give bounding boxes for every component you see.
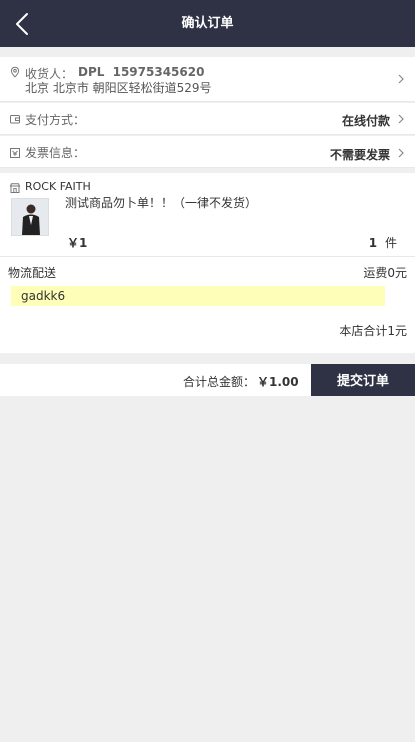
- invoice-label: 发票信息：: [25, 146, 86, 160]
- divider: [0, 256, 415, 257]
- quantity-number: 1: [368, 236, 378, 250]
- total-amount-value: ￥1.00: [257, 375, 299, 389]
- invoice-icon: [10, 148, 20, 158]
- product-name[interactable]: 测试商品勿卜单！！（一律不发货）: [65, 194, 257, 211]
- payment-method-row[interactable]: 支付方式： 在线付款: [0, 103, 415, 135]
- invoice-row[interactable]: 发票信息： 不需要发票: [0, 136, 415, 168]
- address-line: 北京 北京市 朝阳区轻松街道529号: [25, 81, 212, 95]
- quantity-unit: 件: [384, 236, 397, 250]
- chevron-right-icon: [398, 148, 404, 158]
- wallet-icon: [10, 115, 20, 124]
- recipient-info: DPL 15975345620: [78, 65, 204, 79]
- shipping-fee: 运费0元: [363, 266, 407, 280]
- product-photo-icon: [12, 199, 48, 235]
- invoice-value: 不需要发票: [329, 148, 390, 162]
- payment-value: 在线付款: [341, 114, 390, 128]
- shop-name: ROCK FAITH: [25, 180, 91, 193]
- product-thumbnail[interactable]: [11, 198, 49, 236]
- product-price: ￥1: [67, 236, 88, 250]
- submit-order-button[interactable]: 提交订单: [311, 364, 415, 396]
- address-row[interactable]: 收货人： DPL 15975345620 北京 北京市 朝阳区轻松街道529号: [0, 57, 415, 102]
- chevron-right-icon: [398, 74, 404, 84]
- store-subtotal: 本店合计1元: [339, 324, 407, 338]
- order-note-field[interactable]: gadkk6: [11, 286, 385, 306]
- shipping-label: 物流配送: [8, 266, 57, 280]
- total-amount-label: 合计总金额：: [183, 375, 256, 389]
- location-pin-icon: [10, 66, 20, 78]
- chevron-right-icon: [398, 114, 404, 124]
- product-quantity: 1 件: [369, 234, 397, 251]
- recipient-name: DPL: [78, 65, 105, 79]
- recipient-phone: 15975345620: [112, 65, 205, 79]
- app-header: 确认订单: [0, 0, 415, 47]
- page-title: 确认订单: [181, 16, 234, 31]
- shop-icon: [9, 183, 21, 193]
- payment-label: 支付方式：: [25, 113, 86, 127]
